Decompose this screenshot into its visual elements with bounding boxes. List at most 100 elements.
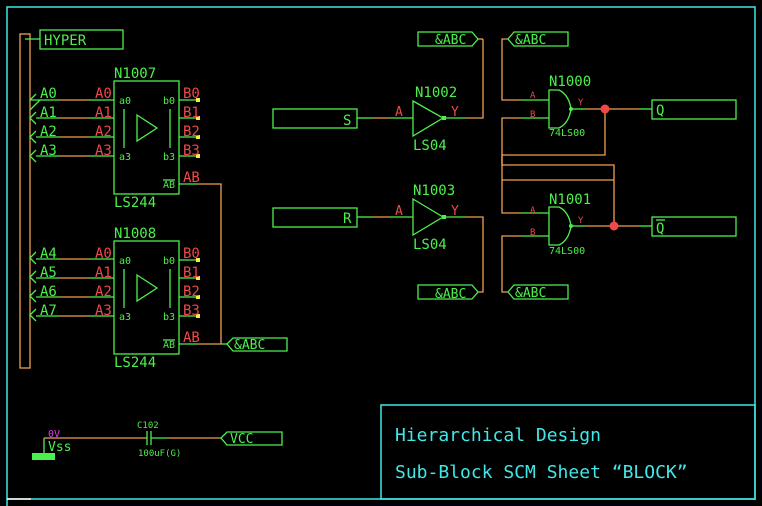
component-part: LS04 (413, 237, 447, 253)
nand-n1000[interactable]: &ABC A B N1000 74LS00 Y Q (501, 31, 737, 226)
wire-segment (569, 107, 573, 111)
port-label: Q (656, 103, 664, 119)
title-line-1: Hierarchical Design (395, 425, 601, 446)
pin-label: Y (578, 98, 584, 108)
wire-segment (501, 38, 521, 101)
title-block-frame (380, 404, 756, 500)
pin-label: A0 (95, 86, 112, 102)
pin-label: A3 (95, 303, 112, 319)
inverter-n1002[interactable]: S A N1002 LS04 Y &ABC (272, 31, 484, 154)
wire-segment (198, 183, 222, 345)
enable-port[interactable]: &ABC (226, 337, 288, 353)
component-ref: N1000 (549, 74, 591, 90)
pin-label: A3 (95, 143, 112, 159)
inner-pin-label: a0 (119, 256, 131, 267)
pin-label: A2 (95, 284, 112, 300)
component-ref: N1002 (415, 85, 457, 101)
port-label: &ABC (234, 338, 265, 353)
port-label: Q (656, 221, 664, 237)
wire-segment (29, 270, 37, 284)
power-section[interactable]: 0V Vss C102 100uF(G) VCC (32, 421, 283, 460)
capacitor-ref: C102 (137, 421, 159, 431)
inner-pin-label: b3 (163, 312, 175, 323)
inverter-triangle-icon (412, 99, 445, 138)
component-part: 74LS00 (549, 128, 585, 139)
pin-label: A2 (95, 124, 112, 140)
wire-segment (465, 216, 484, 293)
inner-pin-label: AB (163, 180, 175, 191)
pin-label: B2 (183, 284, 200, 300)
pin-label: B3 (183, 303, 200, 319)
buffer-triangle-icon (136, 273, 159, 303)
buffer-n1007[interactable]: N1007 A0 A1 A2 A3 a0 a3 b0 b3 B0 B1 B2 B… (95, 66, 200, 211)
nand-gate-icon (548, 206, 572, 246)
port-label: VCC (230, 432, 253, 447)
pin-label: A (530, 91, 536, 101)
pin-label: A (395, 105, 403, 120)
port-label: &ABC (515, 286, 546, 301)
pin-label: A (395, 204, 403, 219)
port-label: R (343, 211, 352, 227)
ground-label: Vss (48, 440, 71, 455)
wire-segment (29, 93, 37, 101)
wire-segment (501, 235, 521, 293)
title-block: Hierarchical Design Sub-Block SCM Sheet … (380, 404, 756, 500)
bus-bar (19, 33, 31, 369)
pin-label: Y (578, 216, 584, 226)
wire-segment (465, 39, 484, 119)
pin-label: B1 (183, 105, 200, 121)
port-label: S (343, 113, 351, 129)
port-label: &ABC (435, 287, 466, 302)
wire-segment (29, 251, 37, 265)
component-ref: N1008 (114, 226, 156, 242)
enable-net (179, 183, 227, 345)
inner-pin-label: b0 (163, 96, 175, 107)
inner-pin-label: a0 (119, 96, 131, 107)
inverter-n1003[interactable]: R A N1003 LS04 Y &ABC (272, 183, 484, 302)
nand-n1001[interactable]: A B N1001 74LS00 Y &ABC Q (501, 180, 737, 301)
inner-pin-label: a3 (119, 312, 131, 323)
wire-segment (501, 180, 521, 214)
output-port-q (651, 99, 737, 120)
wire-segment (442, 215, 446, 219)
component-part: 74LS00 (549, 246, 585, 257)
pin-label: A (530, 206, 536, 216)
pin-label: B (530, 228, 535, 238)
wire-segment (442, 116, 446, 120)
inverter-triangle-icon (412, 197, 445, 237)
capacitor-value: 100uF(G) (138, 449, 181, 459)
wire-segment (29, 130, 37, 144)
wire-segment (29, 111, 37, 125)
pin-label: B (530, 110, 535, 120)
inner-pin-label: a3 (119, 152, 131, 163)
junction-dot (600, 104, 610, 114)
buffer-n1008[interactable]: N1008 A0 A1 A2 A3 a0 a3 b0 b3 B0 B1 B2 B… (95, 226, 200, 371)
wire-segment (29, 289, 37, 303)
inner-pin-label: b3 (163, 152, 175, 163)
bus-label: HYPER (44, 33, 87, 49)
buffer-triangle-icon (136, 113, 159, 143)
port-label: &ABC (515, 33, 546, 48)
component-ref: N1001 (549, 192, 591, 208)
schematic-canvas: Hierarchical Design Sub-Block SCM Sheet … (6, 6, 756, 506)
component-part: LS04 (413, 138, 447, 154)
pin-label: B3 (183, 143, 200, 159)
component-part: LS244 (114, 355, 156, 371)
junction-dot (609, 221, 619, 231)
pin-label: B1 (183, 265, 200, 281)
port-label: &ABC (435, 33, 466, 48)
wire-segment (29, 99, 42, 111)
wire-segment (29, 308, 37, 322)
component-ref: N1007 (114, 66, 156, 82)
pin-label: B0 (183, 86, 200, 102)
component-ref: N1003 (413, 183, 455, 199)
title-line-2: Sub-Block SCM Sheet “BLOCK” (395, 462, 688, 483)
wire-segment (501, 109, 614, 181)
inner-pin-label: AB (163, 340, 175, 351)
pin-label: A1 (95, 265, 112, 281)
nand-gate-icon (548, 89, 572, 129)
wire-segment (29, 149, 37, 163)
wire-segment (569, 224, 573, 228)
pin-label: B2 (183, 124, 200, 140)
component-part: LS244 (114, 195, 156, 211)
